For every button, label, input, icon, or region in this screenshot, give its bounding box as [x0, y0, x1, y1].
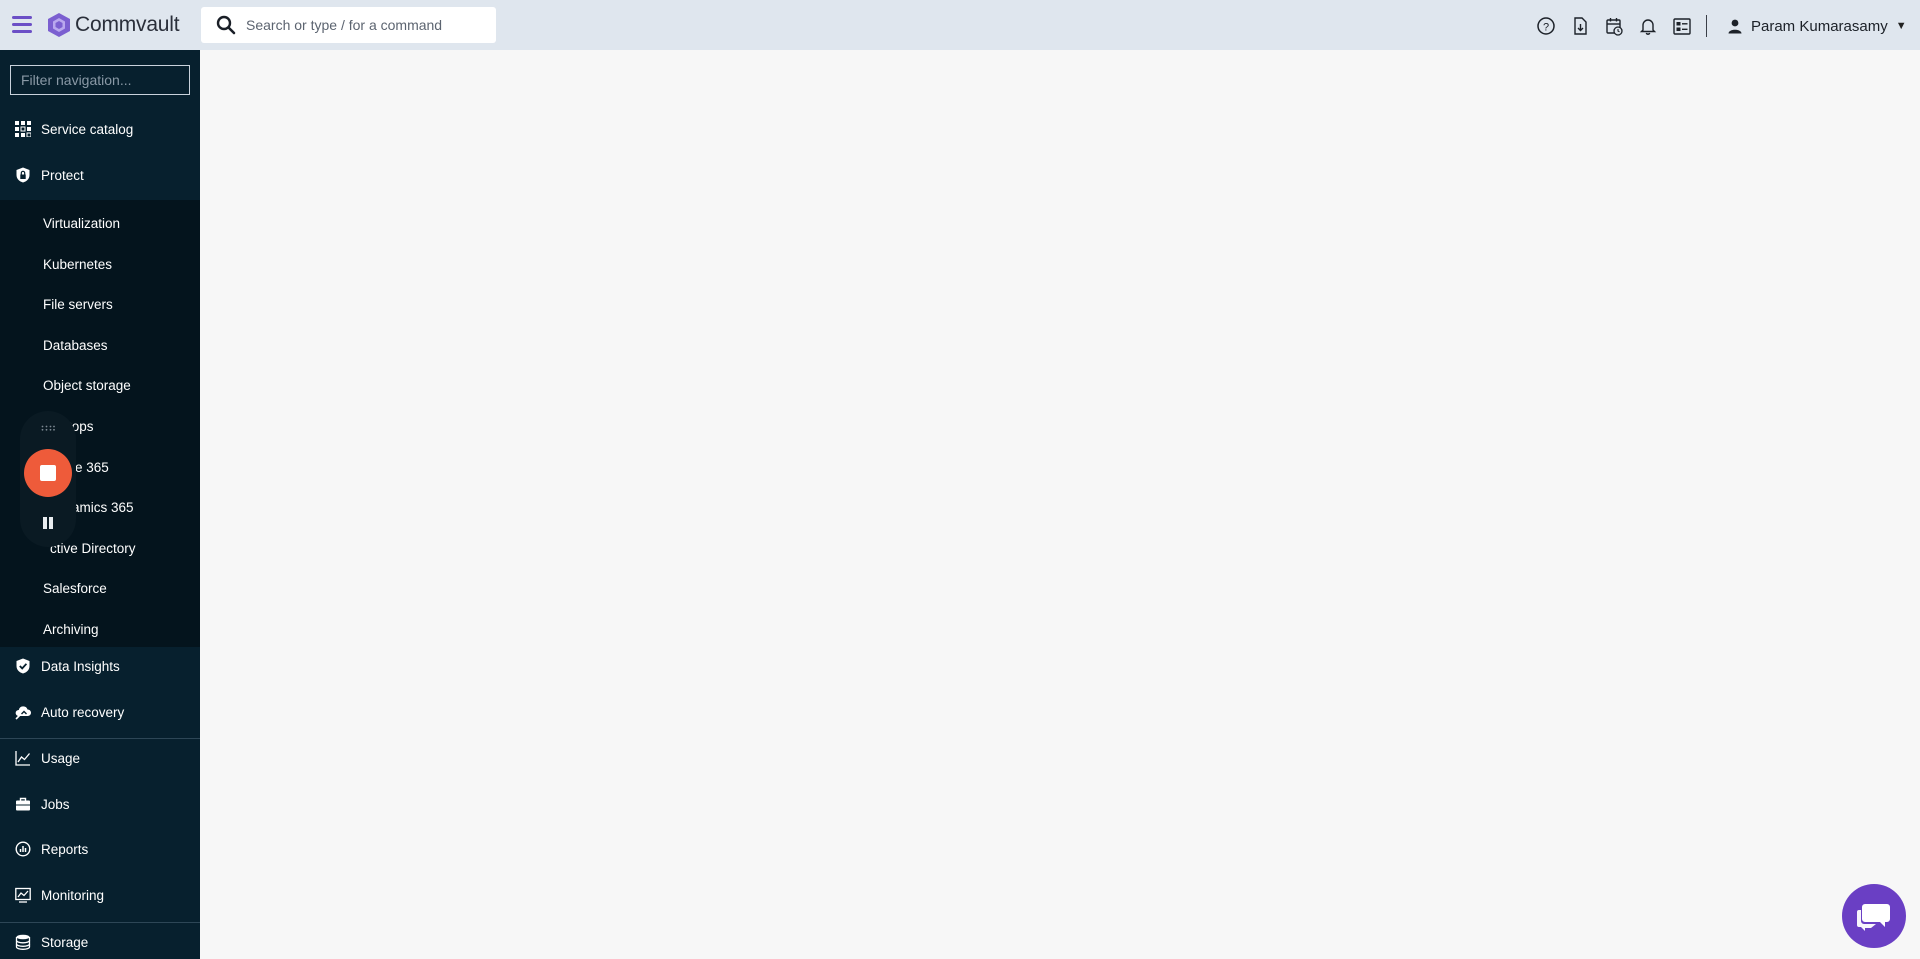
report-chart-icon — [15, 841, 31, 857]
stop-recording-button[interactable] — [24, 449, 72, 497]
filter-navigation-input[interactable] — [10, 65, 190, 95]
sub-item-object-storage[interactable]: Object storage — [0, 366, 200, 404]
shield-check-icon — [16, 658, 30, 674]
sub-item-salesforce[interactable]: Salesforce — [0, 569, 200, 607]
monitor-chart-icon — [15, 887, 31, 903]
cloud-recovery-icon — [15, 706, 31, 720]
sub-item-label: Object storage — [43, 377, 131, 393]
sub-item-label: Kubernetes — [43, 256, 113, 272]
stop-icon — [40, 465, 56, 481]
user-icon — [1728, 19, 1742, 34]
user-menu[interactable]: Param Kumarasamy ▼ — [1727, 18, 1907, 35]
nav-label: Jobs — [41, 796, 70, 812]
grid-icon — [15, 121, 31, 137]
header-actions: ? Param Kumarasamy ▼ — [1536, 15, 1907, 37]
chat-bubble-icon — [1857, 904, 1890, 931]
pause-icon — [43, 517, 47, 529]
nav-label: Monitoring — [41, 887, 105, 903]
sub-item-label: amics 365 — [72, 499, 134, 515]
nav-label: Auto recovery — [41, 704, 125, 720]
trend-chart-icon — [15, 751, 30, 766]
nav-item-protect[interactable]: Protect — [0, 153, 200, 197]
nav-label: Data Insights — [41, 658, 120, 674]
sub-item-archiving[interactable]: Archiving — [0, 610, 200, 648]
command-search[interactable] — [201, 7, 496, 43]
nav-item-storage[interactable]: Storage — [0, 920, 200, 959]
nav-item-monitoring[interactable]: Monitoring — [0, 873, 200, 917]
shield-lock-icon — [16, 167, 30, 183]
sub-item-label: e 365 — [75, 459, 109, 475]
nav-item-auto-recovery[interactable]: Auto recovery — [0, 690, 200, 734]
brand-name: Commvault — [75, 13, 180, 36]
pause-recording-button[interactable] — [40, 515, 56, 531]
search-icon — [216, 15, 236, 35]
sub-item-label: Salesforce — [43, 580, 107, 596]
hamburger-menu-icon[interactable] — [12, 16, 32, 34]
main-content — [200, 50, 1920, 959]
nav-item-jobs[interactable]: Jobs — [0, 782, 200, 826]
sub-item-label: File servers — [43, 296, 113, 312]
nav-item-data-insights[interactable]: Data Insights — [0, 644, 200, 688]
screen-recorder-widget — [20, 411, 76, 547]
task-list-icon[interactable] — [1672, 16, 1692, 36]
chevron-down-icon: ▼ — [1895, 20, 1907, 32]
chat-support-button[interactable] — [1842, 884, 1906, 948]
nav-label: Storage — [41, 934, 89, 950]
commvault-logo-icon — [48, 13, 70, 37]
sub-item-file-servers[interactable]: File servers — [0, 285, 200, 323]
sub-item-label: Virtualization — [43, 215, 121, 231]
sub-item-databases[interactable]: Databases — [0, 326, 200, 364]
sub-item-kubernetes[interactable]: Kubernetes — [0, 245, 200, 283]
help-icon[interactable]: ? — [1536, 16, 1556, 36]
top-bar: Commvault ? — [0, 0, 1920, 50]
search-input[interactable] — [246, 17, 486, 33]
commvault-logo[interactable]: Commvault — [47, 12, 180, 38]
download-report-icon[interactable] — [1570, 16, 1590, 36]
nav-label: Protect — [41, 167, 84, 183]
header-divider — [1706, 15, 1707, 37]
briefcase-icon — [16, 797, 30, 811]
nav-label: Service catalog — [41, 121, 134, 137]
user-name: Param Kumarasamy — [1751, 17, 1888, 35]
pause-icon — [49, 517, 53, 529]
schedule-icon[interactable] — [1604, 16, 1624, 36]
drag-handle-icon[interactable] — [41, 425, 55, 431]
svg-text:?: ? — [1543, 21, 1549, 33]
nav-label: Usage — [41, 750, 81, 766]
bell-icon[interactable] — [1638, 16, 1658, 36]
nav-item-service-catalog[interactable]: Service catalog — [0, 107, 200, 151]
nav-item-usage[interactable]: Usage — [0, 736, 200, 780]
database-icon — [15, 934, 31, 950]
nav-item-reports[interactable]: Reports — [0, 827, 200, 871]
sub-item-label: Databases — [43, 337, 108, 353]
sub-item-label: Archiving — [43, 621, 99, 637]
nav-label: Reports — [41, 841, 89, 857]
sub-item-virtualization[interactable]: Virtualization — [0, 204, 200, 242]
